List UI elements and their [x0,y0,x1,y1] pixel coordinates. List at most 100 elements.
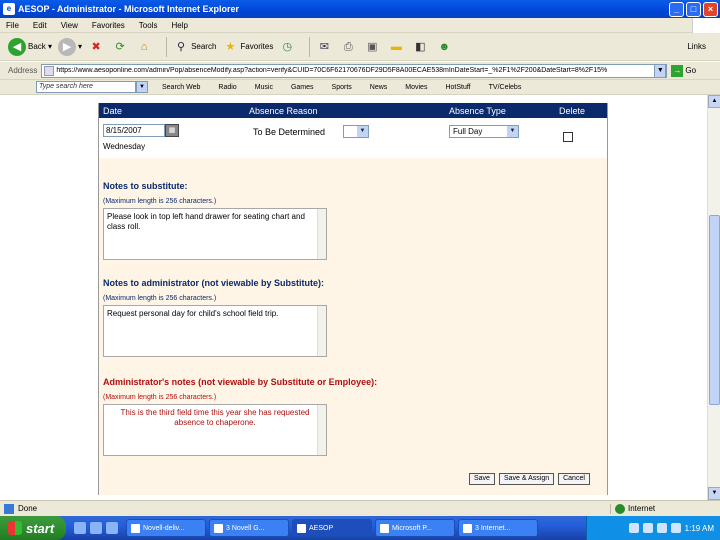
ie-icon[interactable] [74,522,86,534]
messenger-button[interactable]: ☻ [436,39,454,55]
folder-icon: ▬ [390,40,402,53]
task-label: 3 Novell G... [226,524,265,532]
menu-view[interactable]: View [61,21,78,30]
menu-tools[interactable]: Tools [139,21,158,30]
research-button[interactable]: ◧ [412,39,430,55]
links-label[interactable]: Links [687,42,706,51]
folder-button[interactable]: ▬ [388,39,406,55]
chevron-down-icon[interactable]: ▼ [136,81,148,93]
link-news[interactable]: News [370,84,388,91]
home-button[interactable]: ⌂ [136,39,154,55]
task-powerpoint[interactable]: Microsoft P... [375,519,455,537]
menu-favorites[interactable]: Favorites [92,21,125,30]
back-button[interactable]: ◀ Back ▾ [8,37,52,56]
header-date: Date [103,105,123,116]
link-radio[interactable]: Radio [218,84,236,91]
edit-button[interactable]: ▣ [364,39,382,55]
link-hotstuff[interactable]: HotStuff [445,84,470,91]
link-movies[interactable]: Movies [405,84,427,91]
address-bar: Address https://www.aesoponline.com/admi… [0,62,720,80]
notes-admin-textarea[interactable]: Request personal day for child's school … [103,305,327,357]
notes-substitute-textarea[interactable]: Please look in top left hand drawer for … [103,208,327,260]
app-icon [380,523,389,533]
scroll-down-icon[interactable]: ▼ [708,487,720,500]
start-label: start [26,520,55,536]
task-internet-explorer[interactable]: 3 Internet... [458,519,538,537]
refresh-button[interactable]: ⟳ [112,39,130,55]
clock[interactable]: 1:19 AM [685,524,714,533]
favorites-button[interactable]: ★ Favorites [222,39,273,55]
page-scrollbar[interactable]: ▲ ▼ [707,95,720,500]
absence-type-select[interactable]: Full Day ▼ [449,125,519,138]
textarea-scrollbar[interactable] [317,209,326,259]
address-input[interactable]: https://www.aesoponline.com/admin/Pop/ab… [41,63,668,78]
task-novell-deliver[interactable]: Novell-deliv... [126,519,206,537]
save-assign-button[interactable]: Save & Assign [498,473,555,485]
chevron-down-icon[interactable]: ▼ [654,64,667,77]
form-header: Date Absence Reason Absence Type Delete [99,103,607,118]
absence-form: Date Absence Reason Absence Type Delete … [98,103,608,495]
stop-button[interactable]: ✖ [88,39,106,55]
link-games[interactable]: Games [291,84,314,91]
task-label: 3 Internet... [475,524,511,532]
security-icon[interactable] [656,523,667,533]
history-button[interactable]: ◷ [279,39,297,55]
delete-checkbox[interactable] [563,132,573,142]
task-label: AESOP [309,524,334,532]
ie-icon: e [3,3,15,15]
mail-button[interactable]: ✉ [316,39,334,55]
menu-edit[interactable]: Edit [33,21,47,30]
history-icon: ◷ [282,40,293,53]
admin-notes-text: This is the third field time this year s… [120,408,310,427]
chevron-down-icon: ▾ [78,42,83,51]
save-button[interactable]: Save [469,473,495,485]
title-bar: e AESOP - Administrator - Microsoft Inte… [0,0,720,18]
forward-button[interactable]: ▶ ▾ [58,37,83,56]
print-button[interactable]: ⎙ [340,39,358,55]
link-tv-celebs[interactable]: TV/Celebs [489,84,522,91]
chevron-down-icon: ▼ [507,126,518,137]
windows-logo-icon [692,18,720,33]
stop-icon: ✖ [91,40,101,53]
notes-substitute-text: Please look in top left hand drawer for … [107,212,305,231]
start-button[interactable]: start [0,516,66,540]
go-label: Go [685,66,697,75]
page-icon [44,65,55,76]
minimize-button[interactable]: _ [669,1,684,17]
menu-help[interactable]: Help [171,21,187,30]
header-type: Absence Type [449,105,506,116]
task-aesop[interactable]: AESOP [292,519,372,537]
cancel-button[interactable]: Cancel [558,473,590,485]
admin-notes-textarea[interactable]: This is the third field time this year s… [103,404,327,456]
favorites-label: Favorites [240,42,274,51]
menu-file[interactable]: File [6,21,19,30]
system-tray: 1:19 AM [586,516,720,540]
date-input[interactable]: 8/15/2007 [103,124,165,137]
volume-icon[interactable] [642,523,653,533]
toolbar-divider [166,36,168,57]
absence-reason-select[interactable]: ▼ [343,125,369,138]
calendar-icon[interactable]: ▦ [165,124,179,137]
admin-notes-max: (Maximum length is 256 characters.) [103,394,217,401]
search-button[interactable]: ⚲ Search [173,39,216,55]
messenger-icon[interactable] [670,523,681,533]
textarea-scrollbar[interactable] [317,405,326,455]
network-icon[interactable] [628,523,639,533]
link-search-web[interactable]: Search Web [162,84,200,91]
scroll-up-icon[interactable]: ▲ [708,95,720,108]
link-music[interactable]: Music [255,84,273,91]
go-button[interactable]: → Go [671,64,697,77]
outlook-icon[interactable] [90,522,102,534]
maximize-button[interactable]: □ [686,1,701,17]
task-novell-groupwise[interactable]: 3 Novell G... [209,519,289,537]
address-label: Address [8,66,38,75]
taskbar: start Novell-deliv... 3 Novell G... AESO… [0,516,720,540]
link-sports[interactable]: Sports [332,84,352,91]
desktop-icon[interactable] [106,522,118,534]
search-icon: ⚲ [177,40,186,53]
textarea-scrollbar[interactable] [317,306,326,356]
close-button[interactable]: × [703,1,718,17]
scrollbar-thumb[interactable] [709,215,720,405]
forward-arrow-icon: ▶ [58,37,77,56]
toolbar-search-input[interactable]: Type search here [36,81,136,93]
